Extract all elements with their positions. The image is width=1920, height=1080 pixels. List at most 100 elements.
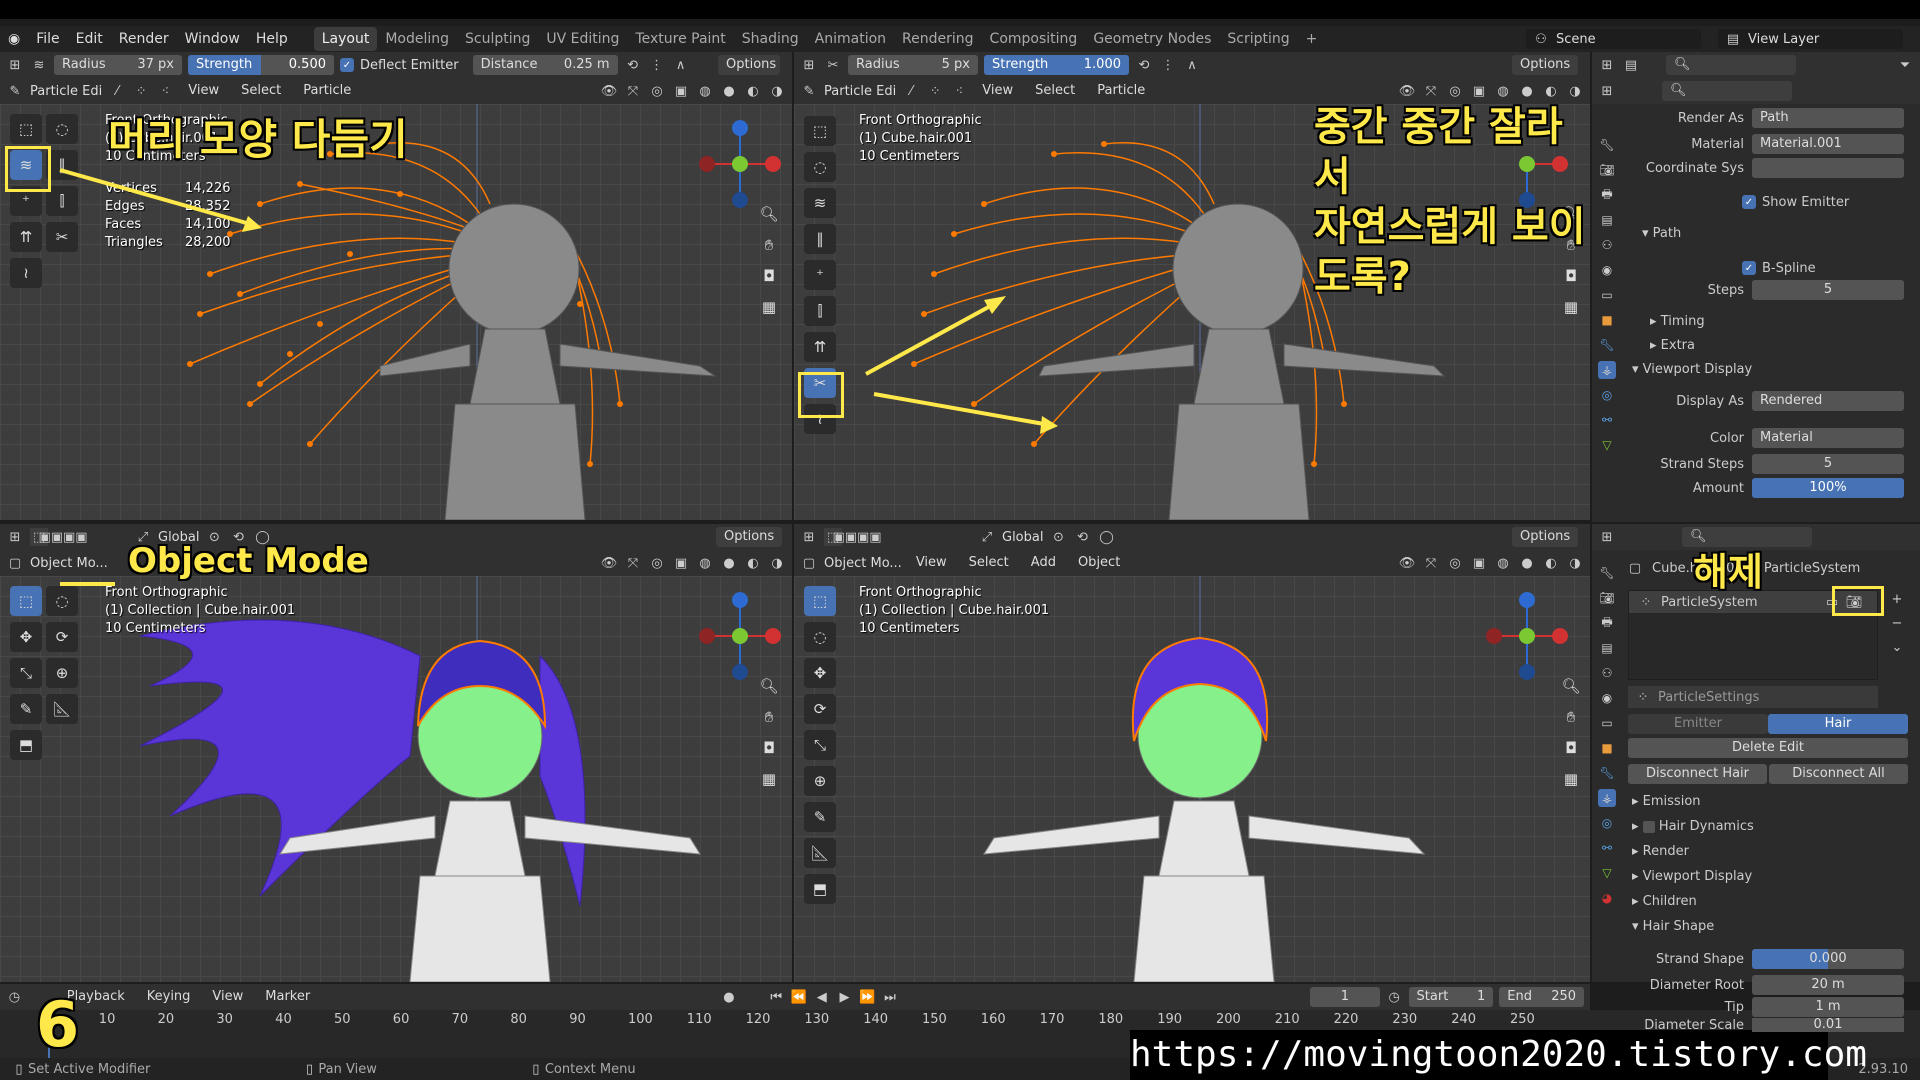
select-mode-path-icon[interactable]: ⁄ [108, 82, 126, 100]
data-tab-icon-2[interactable]: ▽ [1598, 864, 1616, 882]
play-icon[interactable]: ▶ [836, 988, 853, 1006]
display-mode-icon-out[interactable]: ▤ [1622, 56, 1640, 74]
constraints-tab-icon[interactable]: ⚯ [1598, 411, 1616, 429]
editor-type-icon-bl[interactable]: ⊞ [6, 528, 24, 546]
outliner-search-input[interactable]: 🔍︎ [1666, 55, 1796, 75]
tab-compositing[interactable]: Compositing [982, 27, 1086, 51]
wireframe-shading-icon-bl[interactable]: ◍ [696, 554, 714, 572]
scale-tool-bl[interactable]: ⤡ [10, 658, 42, 688]
world-tab-icon[interactable]: ◉ [1598, 261, 1616, 279]
cursor-tool-br[interactable]: ◌ [804, 622, 836, 652]
material-tab-icon-2[interactable]: ◕ [1598, 889, 1616, 907]
tab-geometry-nodes[interactable]: Geometry Nodes [1085, 27, 1219, 51]
solid-shading-icon-bl[interactable]: ● [720, 554, 738, 572]
physics-tab-icon-2[interactable]: ◎ [1598, 814, 1616, 832]
emission-section[interactable]: ▸ Emission [1632, 794, 1701, 809]
view-layer-tab-icon[interactable]: ▤ [1598, 211, 1616, 229]
wireframe-shading-icon-tr[interactable]: ◍ [1494, 82, 1512, 100]
editor-type-icon-br[interactable]: ⊞ [800, 528, 818, 546]
proportional-icon[interactable]: ⋮ [648, 56, 666, 74]
start-frame-field[interactable]: Start 1 [1408, 987, 1494, 1007]
solid-shading-icon-br[interactable]: ● [1518, 554, 1536, 572]
menu-particle-tl[interactable]: Particle [295, 78, 359, 104]
disconnect-hair-button[interactable]: Disconnect Hair [1628, 764, 1767, 784]
select-mode-tip-icon[interactable]: ⁖ [156, 82, 174, 100]
strand-steps-field[interactable]: 5 [1752, 454, 1904, 474]
add-cube-tool-bl[interactable]: ⬒ [10, 730, 42, 760]
diameter-scale-field[interactable]: 0.01 [1752, 1018, 1904, 1032]
particle-settings-selector[interactable]: ⁘ ParticleSettings [1628, 686, 1878, 708]
visibility-icon-tr[interactable]: 👁 [1398, 82, 1416, 100]
menu-marker[interactable]: Marker [257, 984, 318, 1010]
strength-field[interactable]: Strength 0.500 [188, 55, 334, 75]
viewport-display-section-2[interactable]: ▸ Viewport Display [1632, 869, 1752, 884]
rotate-tool-br[interactable]: ⟳ [804, 694, 836, 724]
color-dropdown[interactable]: Material [1752, 428, 1904, 448]
menu-select-tr[interactable]: Select [1027, 78, 1083, 104]
scale-tool-br[interactable]: ⤡ [804, 730, 836, 760]
hair-dynamics-checkbox[interactable] [1642, 820, 1655, 833]
material-shading-icon-br[interactable]: ◐ [1542, 554, 1560, 572]
viewport-bottom-right[interactable]: Front Orthographic (1) Collection | Cube… [794, 576, 1590, 982]
hair-type-button[interactable]: Hair [1768, 714, 1908, 734]
visibility-icon-bl[interactable]: 👁 [600, 554, 618, 572]
length-tool-tr[interactable]: ⫿ [804, 296, 836, 326]
disconnect-all-button[interactable]: Disconnect All [1769, 764, 1908, 784]
record-icon[interactable]: ● [721, 988, 738, 1006]
cursor-tool-bl[interactable]: ◌ [46, 586, 78, 616]
delete-edit-button[interactable]: Delete Edit [1628, 738, 1908, 758]
scene-selector[interactable]: ⚇ Scene [1526, 29, 1701, 49]
solid-shading-icon-tr[interactable]: ● [1518, 82, 1536, 100]
hair-dynamics-section[interactable]: ▸ Hair Dynamics [1632, 819, 1754, 834]
ortho-grid-icon-bl[interactable]: ▦ [757, 767, 781, 791]
mode-selector-bl[interactable]: Object Mo... [30, 556, 108, 571]
tab-shading[interactable]: Shading [734, 27, 807, 51]
tab-uv-editing[interactable]: UV Editing [538, 27, 627, 51]
play-reverse-icon[interactable]: ◀ [813, 988, 830, 1006]
add-tool-tr[interactable]: ⁺ [804, 260, 836, 290]
tip-field[interactable]: 1 m [1752, 997, 1904, 1017]
tab-animation[interactable]: Animation [807, 27, 894, 51]
view-layer-selector[interactable]: ▤ View Layer [1718, 29, 1903, 49]
strand-shape-slider[interactable]: 0.000 [1752, 949, 1904, 969]
wireframe-shading-icon-br[interactable]: ◍ [1494, 554, 1512, 572]
orientation-selector-br[interactable]: Global [1002, 530, 1043, 545]
visibility-icon-br[interactable]: 👁 [1398, 554, 1416, 572]
extra-section[interactable]: ▸ Extra [1650, 338, 1695, 353]
select-mode-point-icon-tr[interactable]: ⁘ [926, 82, 944, 100]
mode-selector-br[interactable]: Object Mo... [824, 556, 902, 571]
tab-scripting[interactable]: Scripting [1219, 27, 1297, 51]
options-dropdown-tl[interactable]: Options [718, 55, 780, 75]
menu-select-tl[interactable]: Select [233, 78, 289, 104]
options-dropdown-br[interactable]: Options [1512, 527, 1578, 547]
overlay-icon[interactable]: ◎ [648, 82, 666, 100]
move-tool-br[interactable]: ✥ [804, 658, 836, 688]
editor-type-icon-tr[interactable]: ⊞ [800, 56, 818, 74]
mode-selector-tl[interactable]: Particle Edi [30, 84, 102, 99]
strength-field-tr[interactable]: Strength 1.000 [984, 55, 1129, 75]
viewport-top-left[interactable]: Front Orthographic (1) Cube.hair.001 10 … [0, 104, 792, 520]
solid-shading-icon[interactable]: ● [720, 82, 738, 100]
select-box-tool-br[interactable]: ⬚ [804, 586, 836, 616]
render-tab-icon[interactable]: 📷︎ [1598, 161, 1616, 179]
tab-rendering[interactable]: Rendering [894, 27, 982, 51]
emitter-type-button[interactable]: Emitter [1628, 714, 1768, 734]
editor-type-icon-out[interactable]: ⊞ [1598, 56, 1616, 74]
tab-sculpting[interactable]: Sculpting [457, 27, 538, 51]
display-as-dropdown[interactable]: Rendered [1752, 391, 1904, 411]
render-tab-icon-2[interactable]: 📷︎ [1598, 589, 1616, 607]
path-section[interactable]: ▾ Path [1642, 226, 1681, 241]
xray-icon-tr[interactable]: ▣ [1470, 82, 1488, 100]
zoom-icon-br[interactable]: 🔍︎ [1559, 674, 1583, 698]
editor-type-icon[interactable]: ⊞ [6, 56, 24, 74]
visibility-icon[interactable]: 👁 [600, 82, 618, 100]
particles-tab-icon-2[interactable]: ⚶ [1598, 789, 1616, 807]
pivot-icon-br[interactable]: ⊙ [1049, 528, 1067, 546]
menu-add-br[interactable]: Add [1023, 550, 1064, 576]
timeline-editor-icon[interactable]: ◷ [6, 988, 23, 1006]
menu-view-tr[interactable]: View [974, 78, 1021, 104]
menu-object-br[interactable]: Object [1070, 550, 1128, 576]
tool-tab-icon-2[interactable]: 🔧︎ [1598, 564, 1616, 582]
xray-icon-bl[interactable]: ▣ [672, 554, 690, 572]
move-tool-bl[interactable]: ✥ [10, 622, 42, 652]
